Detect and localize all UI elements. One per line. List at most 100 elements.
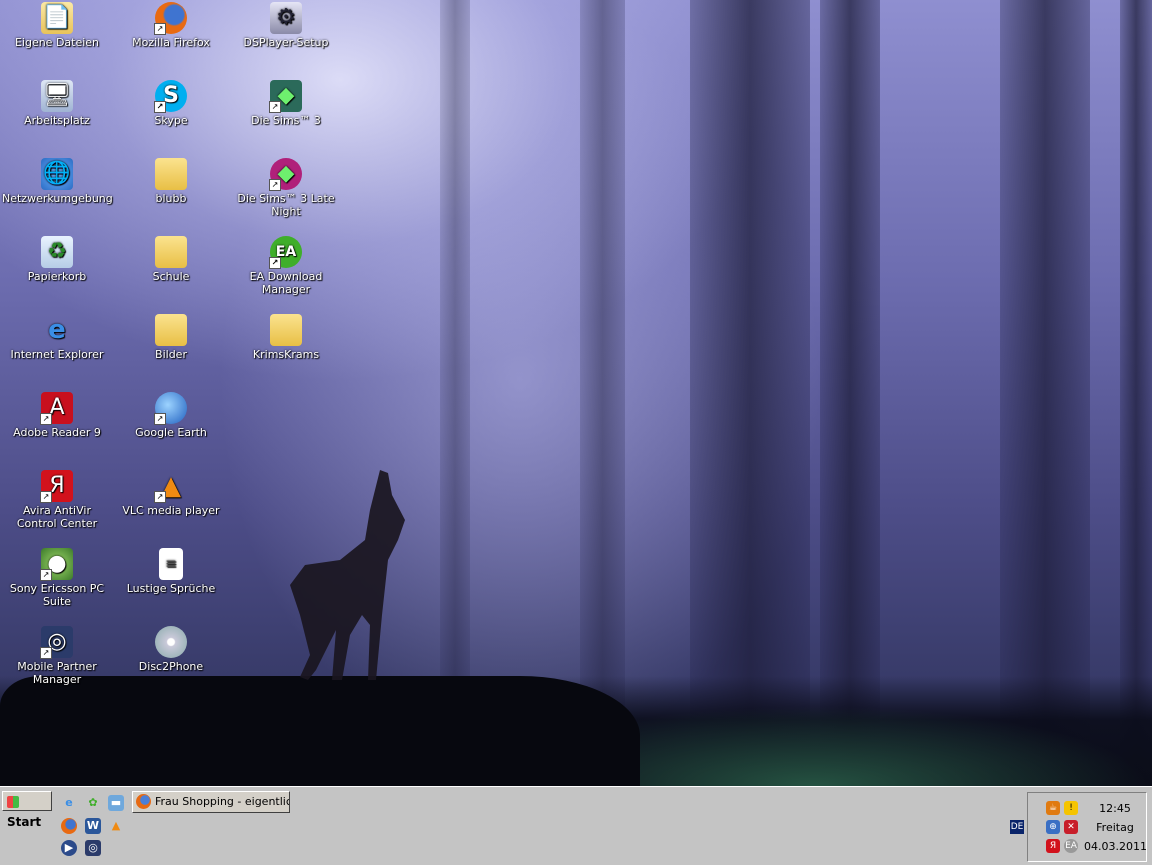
mobile-partner-icon: ◎ ↗ [40,626,73,659]
shortcut-arrow-icon: ↗ [269,257,281,269]
desktop-icon-label: Die Sims™ 3 [251,114,321,127]
desktop-icon-label: Mozilla Firefox [132,36,210,49]
desktop-icon-label: Schule [152,270,190,283]
desktop-icon-label: VLC media player [122,504,220,517]
vlc-icon[interactable]: ▲ [108,818,124,834]
disc2phone-icon [155,626,187,658]
security-shield-icon[interactable]: ! [1064,801,1078,815]
desktop-icon-label: Arbeitsplatz [24,114,90,127]
desktop-icon-label: Google Earth [135,426,207,439]
sims3-icon: ◆ ↗ [269,80,302,113]
rock [0,676,640,786]
text-document-icon: ≡ [159,548,183,580]
start-button[interactable]: Start [2,791,52,829]
shortcut-arrow-icon: ↗ [154,23,166,35]
desktop-icon-label: Eigene Dateien [14,36,100,49]
shortcut-arrow-icon: ↗ [154,413,166,425]
desktop-icon-firefox[interactable]: ↗ Mozilla Firefox [116,2,226,49]
desktop-icon-label: Internet Explorer [10,348,104,361]
desktop-icon-arbeitsplatz[interactable]: 🖥 Arbeitsplatz [2,80,112,127]
system-tray: ☕ ! ⊕ ✕ Я EA 12:45 Freitag 04.03.2011 [1027,792,1147,862]
shortcut-arrow-icon: ↗ [269,179,281,191]
computer-icon: 🖥 [41,80,73,112]
desktop-icon-dsplayer-setup[interactable]: ⚙ DSPlayer-Setup [231,2,341,49]
desktop-icon-lustige-sprueche[interactable]: ≡ Lustige Sprüche [116,548,226,595]
shortcut-arrow-icon: ↗ [269,101,281,113]
desktop-icon-blubb[interactable]: blubb [116,158,226,205]
shortcut-arrow-icon: ↗ [40,413,52,425]
shortcut-arrow-icon: ↗ [40,569,52,581]
ea-tray-icon[interactable]: EA [1064,839,1078,853]
desktop-icon-sims3[interactable]: ◆ ↗ Die Sims™ 3 [231,80,341,127]
taskbar-button-firefox[interactable]: Frau Shopping - eigentlic... [132,791,290,813]
antivirus-shield-icon[interactable]: ✕ [1064,820,1078,834]
windows-logo-icon [7,796,19,808]
avira-tray-icon[interactable]: Я [1046,839,1060,853]
desktop-icon-label: DSPlayer-Setup [243,36,329,49]
tree-trunk [820,0,880,786]
desktop-icon-ea-download-manager[interactable]: EA ↗ EA Download Manager [231,236,341,296]
sony-ericsson-icon: ● ↗ [40,548,73,581]
ea-icon: EA ↗ [269,236,302,269]
desktop-icon-label: EA Download Manager [249,270,323,296]
desktop-icon-eigene-dateien[interactable]: 📄 Eigene Dateien [2,2,112,49]
skype-icon: S ↗ [154,80,187,113]
desktop-icon-label: Mobile Partner Manager [17,660,97,686]
tree-trunk [1120,0,1152,786]
tree-trunk [440,0,470,786]
word-icon[interactable]: W [85,818,101,834]
network-status-icon[interactable]: ⊕ [1046,820,1060,834]
taskbar: Start e ✿ ▬ W ▲ ▶ ◎ Frau Shopping - eige… [0,786,1152,865]
desktop-icon-vlc[interactable]: ▲ ↗ VLC media player [116,470,226,517]
java-update-icon[interactable]: ☕ [1046,801,1060,815]
folder-icon [155,236,187,268]
shortcut-arrow-icon: ↗ [154,101,166,113]
folder-icon [155,158,187,190]
desktop-icon-bilder[interactable]: Bilder [116,314,226,361]
desktop-icon-disc2phone[interactable]: Disc2Phone [116,626,226,673]
folder-icon [155,314,187,346]
clock-time[interactable]: 12:45 [1084,802,1146,815]
desktop-icon-label: Avira AntiVir Control Center [16,504,98,530]
desktop-icon-label: Papierkorb [27,270,87,283]
desktop-icon-krimskrams[interactable]: KrimsKrams [231,314,341,361]
icq-icon[interactable]: ✿ [85,795,101,811]
desktop-icon-sony-ericsson[interactable]: ● ↗ Sony Ericsson PC Suite [2,548,112,608]
desktop-icon-adobe-reader[interactable]: A ↗ Adobe Reader 9 [2,392,112,439]
internet-explorer-icon[interactable]: e [61,795,77,811]
desktop-icon-schule[interactable]: Schule [116,236,226,283]
language-indicator[interactable]: DE [1010,820,1024,834]
shortcut-arrow-icon: ↗ [40,647,52,659]
network-globe-icon[interactable]: ◎ [85,840,101,856]
tree-trunk [580,0,625,786]
firefox-icon: ↗ [154,2,187,35]
desktop-icon-internet-explorer[interactable]: e Internet Explorer [2,314,112,361]
avira-icon: Я ↗ [40,470,73,503]
show-desktop-icon[interactable]: ▬ [108,795,124,811]
media-player-icon[interactable]: ▶ [61,840,77,856]
desktop-icon-papierkorb[interactable]: ♻ Papierkorb [2,236,112,283]
folder-documents-icon: 📄 [41,2,73,34]
tree-trunk [690,0,810,786]
desktop-icon-label: Sony Ericsson PC Suite [9,582,105,608]
desktop-icon-label: blubb [155,192,187,205]
desktop-icon-label: Die Sims™ 3 Late Night [237,192,335,218]
folder-icon [270,314,302,346]
desktop-icon-sims3-late-night[interactable]: ◆ ↗ Die Sims™ 3 Late Night [231,158,341,218]
setup-icon: ⚙ [270,2,302,34]
desktop-icon-mobile-partner[interactable]: ◎ ↗ Mobile Partner Manager [2,626,112,686]
adobe-reader-icon: A ↗ [40,392,73,425]
desktop-icon-label: Lustige Sprüche [126,582,216,595]
desktop-icon-google-earth[interactable]: ↗ Google Earth [116,392,226,439]
desktop-icon-label: Bilder [155,348,187,361]
shortcut-arrow-icon: ↗ [154,491,166,503]
internet-explorer-icon: e [48,315,66,345]
desktop-icon-netzwerkumgebung[interactable]: 🌐 Netzwerkumgebung [2,158,113,205]
firefox-icon[interactable] [61,818,77,834]
desktop-icon-avira[interactable]: Я ↗ Avira AntiVir Control Center [2,470,112,530]
desktop-icon-skype[interactable]: S ↗ Skype [116,80,226,127]
desktop-icon-label: KrimsKrams [252,348,320,361]
google-earth-icon: ↗ [154,392,187,425]
wolf-silhouette [290,470,405,680]
sims3-late-night-icon: ◆ ↗ [269,158,302,191]
